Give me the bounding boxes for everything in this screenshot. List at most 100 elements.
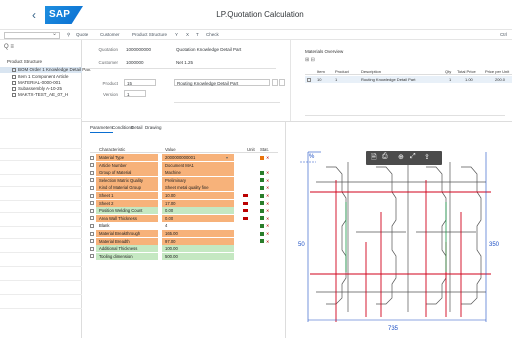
grid-row[interactable]: Kind of Material Group Sheet metal qualit… [90, 184, 278, 192]
grid-row[interactable]: Position Welding Count 0.00 ✕ [90, 207, 278, 215]
version-input[interactable]: 1 [124, 90, 146, 97]
unit-indicator [243, 201, 248, 205]
document-icon [12, 80, 16, 85]
delete-icon[interactable]: ✕ [266, 209, 269, 213]
characteristic-value[interactable]: Sheet metal quality fine [162, 184, 234, 192]
tree-item[interactable]: MAKTX-TEST_AE_07_H [12, 92, 68, 98]
delete-icon[interactable]: ✕ [266, 216, 269, 220]
save-icon[interactable]: 🗎 [371, 153, 377, 164]
delete-icon[interactable]: ✕ [266, 186, 269, 190]
grid-row[interactable]: Sheet 1 10.00 ✕ [90, 192, 278, 199]
characteristic-value[interactable]: Machine [162, 169, 234, 177]
delete-icon[interactable]: ✕ [266, 239, 269, 243]
tab-detail[interactable]: Detail [131, 125, 143, 130]
row-checkbox[interactable] [90, 201, 94, 206]
delete-icon[interactable]: ✕ [266, 156, 269, 160]
fit-icon[interactable]: ⤢ [410, 153, 416, 161]
grid-row[interactable]: Selection Matrix Quality Preliminary ✕ [90, 176, 278, 184]
characteristic-value[interactable]: 4 [162, 222, 234, 230]
characteristic-value[interactable]: Document MA1 [162, 161, 234, 169]
share-icon[interactable]: ⇪ [424, 153, 430, 161]
grid-row[interactable]: Material Breakthrough 165.00 ✕ [90, 230, 278, 237]
tree-divider [0, 186, 82, 187]
delete-icon[interactable]: ✕ [266, 201, 269, 205]
row-checkbox[interactable] [90, 239, 94, 244]
row-checkbox[interactable] [90, 185, 94, 190]
row-checkbox[interactable] [90, 231, 94, 236]
row-checkbox[interactable] [90, 155, 94, 160]
table-row[interactable]: 10 1 Routing Knowledge Detail Part 1 1.0… [305, 76, 512, 83]
zoom-icon[interactable]: ⊕ [398, 153, 404, 161]
document-icon [12, 86, 16, 91]
value-description: Quotation Knowledge Detail Part [176, 47, 242, 52]
row-checkbox[interactable] [90, 193, 94, 198]
characteristic-value[interactable]: 100.00 [162, 245, 234, 253]
profile-outline [316, 162, 486, 312]
characteristic-value[interactable]: 0.00 [162, 207, 234, 215]
toolbar-icon-filter[interactable]: ⚲ [67, 32, 70, 38]
context-dropdown[interactable] [4, 30, 60, 39]
value-help-icon[interactable] [272, 79, 278, 86]
characteristic-value[interactable]: 165.00 [162, 230, 234, 237]
row-checkbox[interactable] [90, 254, 94, 259]
characteristic-value[interactable]: 0.00 [162, 214, 234, 222]
row-checkbox[interactable] [90, 178, 94, 183]
delete-icon[interactable]: ✕ [266, 194, 269, 198]
characteristic-value[interactable]: 500.00 [162, 252, 234, 260]
characteristic-value[interactable]: 2000000000001 [162, 154, 234, 161]
characteristic-value[interactable]: 17.00 [162, 199, 234, 207]
tree-title: Product Structure [7, 59, 43, 64]
status-indicator [260, 231, 264, 236]
routing-description-input[interactable]: Routing Knowledge Detail Part [174, 79, 270, 86]
toolbar-item-t[interactable]: T [196, 32, 199, 37]
status-indicator [260, 185, 264, 190]
grid-row[interactable]: Material Type 2000000000001 ▾ ✕ [90, 154, 278, 161]
grid-row[interactable]: Sheet 2 17.00 ✕ [90, 199, 278, 207]
toolbar-item-structure[interactable]: Product Structure [132, 32, 167, 37]
characteristic-value[interactable]: 97.00 [162, 237, 234, 245]
tab-drawing[interactable]: Drawing [145, 125, 162, 130]
toolbar-item-check[interactable]: Check [206, 32, 219, 37]
characteristic-value[interactable]: 10.00 [162, 192, 234, 199]
row-checkbox[interactable] [90, 223, 94, 228]
label-version: Version [102, 92, 118, 97]
table-toolbar-icons[interactable]: ⊞ ⊟ [305, 57, 315, 63]
dropdown-icon[interactable]: ▾ [226, 154, 228, 161]
toolbar-item-customer[interactable]: Customer [100, 32, 120, 37]
items-table-title: Materials Overview [305, 49, 344, 54]
row-checkbox[interactable] [90, 208, 94, 213]
logo-text: SAP [49, 9, 71, 20]
row-checkbox[interactable] [90, 246, 94, 251]
characteristic-name: Material Type [96, 154, 158, 161]
grid-row[interactable]: Material Breadth 97.00 ✕ [90, 237, 278, 245]
toolbar-item-x[interactable]: X [186, 32, 189, 37]
row-checkbox[interactable] [90, 163, 94, 168]
tree-header-icons[interactable]: Q ≡ [4, 44, 14, 50]
characteristic-value[interactable]: Preliminary [162, 176, 234, 184]
delete-icon[interactable]: ✕ [266, 178, 269, 182]
toolbar-item-y[interactable]: Y [175, 32, 178, 37]
delete-icon[interactable]: ✕ [266, 232, 269, 236]
delete-icon[interactable]: ✕ [266, 224, 269, 228]
grid-row[interactable]: Area Wall Thickness 0.00 ✕ [90, 214, 278, 222]
product-input[interactable]: 15 [124, 79, 156, 86]
characteristic-name: Material Breadth [96, 237, 158, 245]
toolbar-right-label[interactable]: Ctrl [500, 32, 507, 37]
delete-icon[interactable]: ✕ [266, 171, 269, 175]
grid-row[interactable]: Additional Thickness 100.00 [90, 245, 278, 253]
back-arrow-icon[interactable]: ‹ [27, 8, 41, 22]
grid-row[interactable]: Article Number Document MA1 [90, 161, 278, 169]
grid-row[interactable]: Group of Material Machine ✕ [90, 169, 278, 177]
grid-row[interactable]: Blank 4 ✕ [90, 222, 278, 230]
tab-parameters[interactable]: Parameters [90, 125, 114, 133]
row-checkbox[interactable] [307, 77, 311, 82]
print-icon[interactable]: ⎙ [382, 153, 388, 161]
toolbar-item-quote[interactable]: Quote [76, 32, 88, 37]
tree-item[interactable]: BOM Order 1 Knowledge Detail Part [0, 67, 91, 73]
characteristic-name: Position Welding Count [96, 207, 158, 215]
grid-row[interactable]: Tooling dimension 500.00 [90, 252, 278, 260]
row-checkbox[interactable] [90, 170, 94, 175]
clear-icon[interactable] [279, 79, 285, 86]
row-checkbox[interactable] [90, 216, 94, 221]
label-quotation: Quotation [98, 47, 118, 52]
